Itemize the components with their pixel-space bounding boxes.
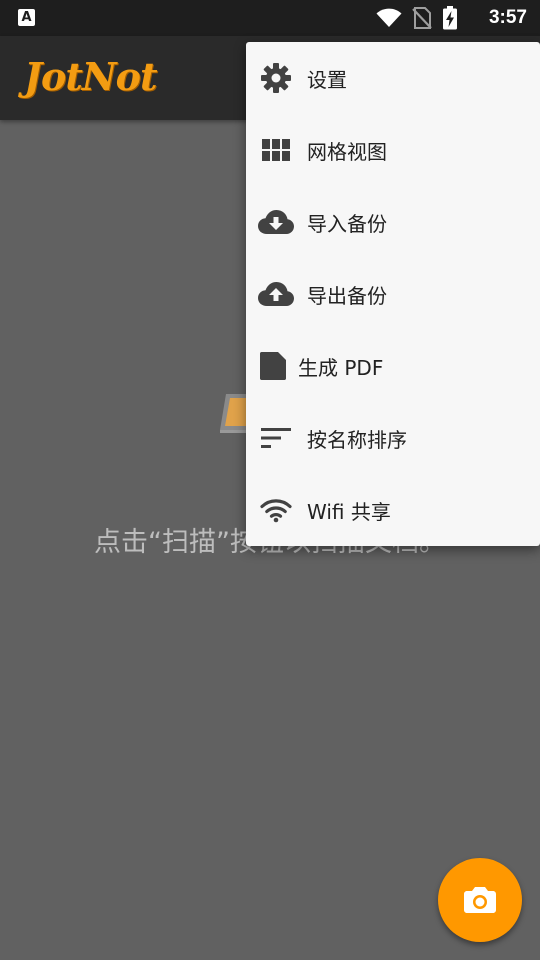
cloud-download-icon [258, 204, 294, 240]
screen: A 3:57 JotNot 点击“扫描”按钮以扫描文档。 [0, 0, 540, 960]
grid-icon [258, 132, 294, 168]
sort-icon [258, 420, 294, 456]
menu-item-export-backup[interactable]: 导出备份 [246, 258, 540, 330]
menu-item-settings[interactable]: 设置 [246, 42, 540, 114]
menu-item-label: 导入备份 [307, 211, 387, 236]
menu-item-label: 生成 PDF [298, 355, 384, 380]
status-time: 3:57 [488, 7, 527, 28]
menu-item-sort-by-name[interactable]: 按名称排序 [246, 402, 540, 474]
document-icon [255, 348, 291, 384]
cloud-upload-icon [258, 276, 294, 312]
menu-item-wifi-share[interactable]: Wifi 共享 [246, 474, 540, 546]
menu-item-label: 网格视图 [307, 139, 387, 164]
no-sim-icon [412, 7, 432, 29]
menu-item-label: 按名称排序 [307, 427, 407, 452]
gear-icon [258, 60, 294, 96]
camera-icon [464, 887, 496, 913]
menu-item-label: 设置 [307, 67, 347, 92]
overflow-menu: 设置 网格视图 导入备份 导出备份 生成 PDF 按名称排序 Wifi 共享 [246, 42, 540, 546]
app-logo: JotNot [24, 54, 158, 99]
menu-item-generate-pdf[interactable]: 生成 PDF [246, 330, 540, 402]
wifi-icon [258, 492, 294, 528]
menu-item-label: 导出备份 [307, 283, 387, 308]
menu-item-grid-view[interactable]: 网格视图 [246, 114, 540, 186]
status-icons [376, 6, 458, 30]
notification-icon: A [18, 9, 35, 26]
menu-item-import-backup[interactable]: 导入备份 [246, 186, 540, 258]
status-bar: A 3:57 [0, 0, 540, 36]
battery-charging-icon [443, 6, 457, 30]
wifi-icon [376, 8, 402, 27]
scan-fab-button[interactable] [438, 858, 522, 942]
menu-item-label: Wifi 共享 [307, 499, 391, 524]
